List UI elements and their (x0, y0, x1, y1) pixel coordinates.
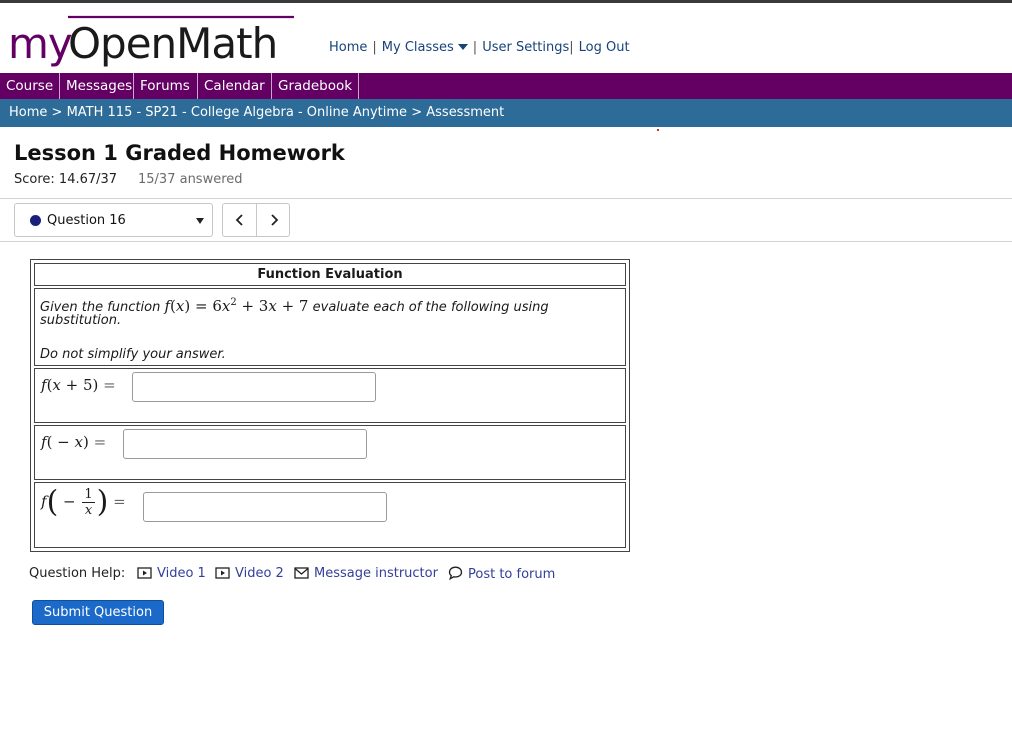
decorative-mark (657, 129, 659, 131)
dropdown-arrow-icon (196, 218, 204, 224)
nav-course[interactable]: Course (0, 73, 60, 99)
svg-text:OpenMath: OpenMath (68, 19, 277, 68)
nav-calendar[interactable]: Calendar (198, 73, 272, 99)
question-description: Given the function f(x) = 6x2 + 3x + 7 e… (34, 288, 626, 366)
breadcrumb-current: Assessment (426, 105, 505, 120)
user-settings-link[interactable]: User Settings (482, 40, 569, 55)
message-instructor-label: Message instructor (314, 566, 438, 581)
submit-question-button[interactable]: Submit Question (32, 600, 164, 625)
top-border (0, 0, 1012, 3)
answer-1-expression: f(x + 5) = (41, 376, 116, 394)
nav-separator: | (372, 40, 377, 55)
video-2-label: Video 2 (235, 566, 284, 581)
breadcrumb-separator: > (51, 105, 63, 120)
nav-messages[interactable]: Messages (60, 73, 134, 99)
breadcrumb-home[interactable]: Home (9, 105, 47, 120)
video-1-link[interactable]: Video 1 (137, 566, 206, 581)
question-nav-buttons (222, 203, 290, 237)
main-navigation-bar: Course Messages Forums Calendar Gradeboo… (0, 73, 1012, 99)
svg-text:my: my (8, 19, 72, 68)
question-note: Do not simplify your answer. (40, 347, 226, 362)
video-icon (215, 567, 230, 579)
answer-row-2: f( − x) = (34, 425, 626, 480)
intro-after: evaluate each of the following using (312, 300, 549, 315)
answer-row-1: f(x + 5) = (34, 368, 626, 423)
chevron-left-icon (235, 214, 243, 226)
chevron-right-icon (270, 214, 278, 226)
answer-3-input[interactable] (143, 492, 387, 522)
nav-separator: | (472, 40, 478, 55)
question-header: Function Evaluation (34, 263, 626, 286)
answer-2-input[interactable] (123, 429, 367, 459)
question-status-icon (30, 215, 41, 226)
speech-bubble-icon (448, 566, 463, 581)
post-to-forum-link[interactable]: Post to forum (448, 566, 555, 582)
divider (0, 241, 1012, 242)
question-select[interactable]: Question 16 (14, 203, 213, 237)
question-intro-line2: substitution. (40, 313, 122, 328)
home-link[interactable]: Home (329, 40, 367, 55)
caret-down-icon (457, 43, 468, 50)
video-2-link[interactable]: Video 2 (215, 566, 284, 581)
question-help-label: Question Help: (29, 566, 126, 581)
my-classes-dropdown[interactable]: My Classes (382, 40, 468, 55)
score-text: Score: 14.67/37 (14, 172, 118, 187)
breadcrumb-separator: > (411, 105, 423, 120)
function-formula: f(x) = 6x2 + 3x + 7 (164, 297, 309, 315)
answer-3-expression: f( − 1 x) = (41, 484, 126, 520)
answer-row-3: f( − 1 x) = (34, 482, 626, 548)
breadcrumb: Home > MATH 115 - SP21 - College Algebra… (0, 99, 1012, 127)
video-1-label: Video 1 (157, 566, 206, 581)
nav-forums[interactable]: Forums (134, 73, 198, 99)
previous-question-button[interactable] (223, 204, 257, 236)
breadcrumb-course[interactable]: MATH 115 - SP21 - College Algebra - Onli… (67, 105, 407, 120)
my-classes-label: My Classes (381, 40, 454, 55)
logo-graphic: my OpenMath (8, 15, 294, 68)
answer-2-expression: f( − x) = (41, 433, 107, 451)
post-to-forum-label: Post to forum (468, 567, 556, 582)
question-select-label: Question 16 (47, 213, 126, 228)
message-instructor-link[interactable]: Message instructor (294, 566, 438, 581)
divider (0, 198, 1012, 199)
video-icon (137, 567, 152, 579)
question-table: Function Evaluation Given the function f… (30, 259, 630, 552)
envelope-icon (294, 567, 309, 579)
top-navigation: Home | My Classes | User Settings| Log Out (329, 40, 630, 55)
page-title: Lesson 1 Graded Homework (14, 141, 345, 165)
nav-gradebook[interactable]: Gradebook (272, 73, 359, 99)
next-question-button[interactable] (257, 204, 290, 236)
answer-1-input[interactable] (132, 372, 376, 402)
log-out-link[interactable]: Log Out (579, 40, 630, 55)
myopenmath-logo[interactable]: my OpenMath (8, 12, 298, 70)
nav-separator: | (569, 40, 574, 55)
answered-count: 15/37 answered (138, 172, 243, 187)
